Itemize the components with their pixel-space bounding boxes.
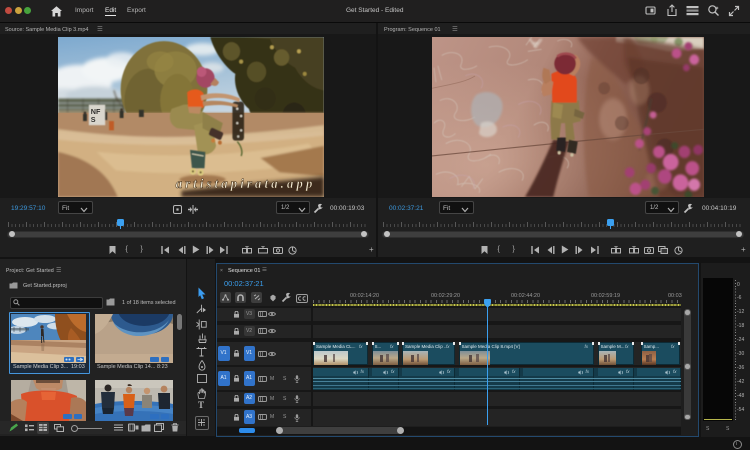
- svg-text:S: S: [91, 115, 96, 124]
